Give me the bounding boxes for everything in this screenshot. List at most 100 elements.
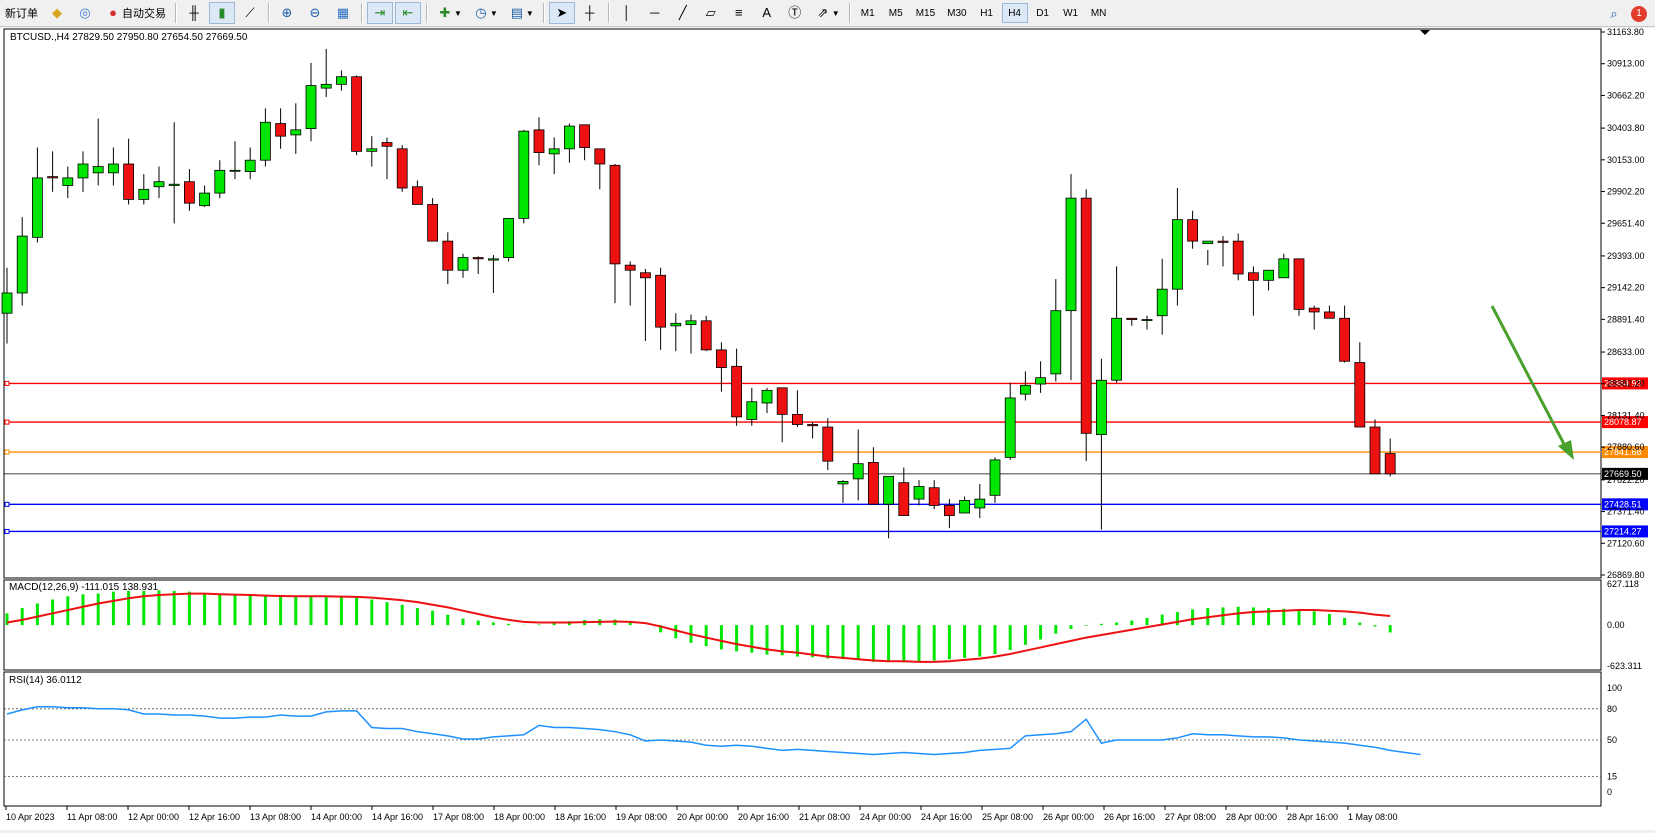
candle-bear	[594, 148, 606, 165]
chart-header: BTCUSD.,H4 27829.50 27950.80 27654.50 27…	[10, 32, 248, 43]
candle-bull	[16, 235, 28, 294]
macd-axis-label: 627.118	[1607, 579, 1639, 589]
price-axis-label: 27880.60	[1607, 442, 1645, 452]
candle-bear	[579, 124, 590, 148]
rsi-axis-label: 80	[1607, 704, 1617, 714]
timeframe-mn-button[interactable]: MN	[1086, 3, 1112, 23]
notifications-badge[interactable]: 1	[1631, 5, 1647, 22]
zoom-in-button[interactable]: ⊕	[274, 2, 300, 24]
candle-bull	[548, 148, 560, 155]
macd-axis-label: -623.311	[1607, 661, 1642, 671]
timeframe-group: M1 M5 M15 M30 H1 H4 D1 W1 MN	[854, 3, 1113, 23]
horizontal-line-button[interactable]: ─	[642, 2, 668, 24]
tile-windows-icon: ▦	[336, 5, 350, 20]
price-axis-label: 28633.00	[1607, 347, 1645, 357]
timeframe-m15-button[interactable]: M15	[911, 3, 940, 23]
trendline-button[interactable]: ╱	[670, 2, 696, 24]
candle-bear	[1324, 311, 1335, 319]
signals-button[interactable]: ◎	[72, 2, 98, 24]
expert-advisor-button[interactable]: ◆	[44, 2, 70, 24]
line-chart-button[interactable]: ⟋	[237, 2, 263, 24]
timeframe-h4-button[interactable]: H4	[1001, 3, 1028, 23]
candle-bull	[761, 389, 773, 404]
candle-bear	[1293, 258, 1305, 310]
candle-bear	[700, 320, 712, 351]
signal-icon: ◎	[79, 5, 91, 20]
price-line-label: 27214.27	[1604, 526, 1642, 536]
time-axis-label: 28 Apr 00:00	[1226, 812, 1277, 822]
toolbar-separator	[361, 3, 362, 23]
time-axis-label: 12 Apr 00:00	[128, 812, 179, 822]
candle-bear	[533, 129, 545, 154]
candle-bear	[624, 264, 636, 271]
timeframe-m30-button[interactable]: M30	[942, 3, 971, 23]
candle-bear	[868, 462, 879, 505]
price-axis-label: 27622.20	[1607, 475, 1645, 485]
candlestick-button[interactable]: ▮	[209, 2, 235, 24]
toolbar-separator	[607, 3, 609, 23]
auto-trading-button[interactable]: ● 自动交易	[100, 2, 170, 24]
time-axis-label: 10 Apr 2023	[6, 812, 55, 822]
arrows-button[interactable]: ⇗ ▼	[810, 2, 844, 24]
time-axis: 10 Apr 2023 11 Apr 08:00 12 Apr 00:00 12 Ap…	[5, 806, 1398, 822]
price-axis-label: 31163.80	[1607, 28, 1644, 37]
timeframe-h1-button[interactable]: H1	[974, 3, 1000, 23]
candle-bull	[259, 121, 271, 161]
new-order-button[interactable]: 新订单	[1, 2, 42, 24]
new-order-label: 新订单	[5, 8, 38, 20]
candle-bull	[214, 169, 226, 194]
candle-bull	[108, 163, 119, 174]
text-label-button[interactable]: Ⓣ	[782, 2, 808, 24]
templates-button[interactable]: ▤ ▼	[504, 2, 538, 24]
toolbar-separator	[268, 3, 269, 23]
candle-bull	[305, 85, 317, 129]
candle-bull	[1, 292, 13, 314]
time-axis-label: 20 Apr 00:00	[677, 812, 728, 822]
price-axis-label: 28382.20	[1607, 379, 1645, 389]
fibonacci-icon: ≡	[734, 5, 743, 20]
periods-button[interactable]: ◷ ▼	[468, 2, 502, 24]
timeframe-w1-button[interactable]: W1	[1058, 3, 1084, 23]
chart-shift-icon: ⇤	[402, 5, 414, 20]
indicators-button[interactable]: ✚ ▼	[432, 2, 466, 24]
candle-bear	[655, 274, 666, 328]
macd-axis-label: 0.00	[1607, 620, 1625, 630]
candle-bull	[320, 83, 332, 89]
horizontal-line-icon: ─	[650, 5, 660, 20]
price-axis-label: 27371.40	[1607, 507, 1645, 517]
cursor-button[interactable]: ➤	[548, 2, 575, 24]
crosshair-icon: ┼	[585, 5, 595, 20]
candle-bear	[1217, 240, 1229, 243]
crosshair-button[interactable]: ┼	[577, 2, 603, 24]
time-axis-label: 26 Apr 00:00	[1043, 812, 1094, 822]
auto-trading-label: 自动交易	[122, 8, 166, 20]
fibonacci-button[interactable]: ≡	[726, 2, 752, 24]
cursor-icon: ➤	[556, 5, 568, 20]
timeframe-m5-button[interactable]: M5	[883, 3, 909, 23]
candle-bull	[92, 166, 104, 174]
equidistant-channel-button[interactable]: ▱	[698, 2, 724, 24]
tile-windows-button[interactable]: ▦	[330, 2, 356, 24]
periods-icon: ◷	[475, 5, 487, 20]
timeframe-m1-button[interactable]: M1	[855, 3, 881, 23]
vertical-line-button[interactable]: │	[614, 2, 640, 24]
candle-bull	[974, 498, 986, 509]
candle-bull	[153, 181, 165, 188]
autoscroll-button[interactable]: ⇥	[367, 2, 393, 24]
bar-chart-button[interactable]: ╫	[181, 2, 207, 24]
search-icon[interactable]: ⌕	[1605, 5, 1623, 23]
candle-bear	[944, 505, 955, 516]
chart-svg[interactable]: 28384.9328078.8727841.6827428.5127214.27…	[0, 27, 1655, 830]
candle-bear	[427, 204, 439, 242]
time-axis-label: 24 Apr 00:00	[860, 812, 911, 822]
candle-bull	[1156, 288, 1168, 317]
text-button[interactable]: A	[754, 2, 780, 24]
rsi-axis-label: 15	[1607, 771, 1617, 781]
chart-shift-button[interactable]: ⇤	[395, 2, 421, 24]
chart-window[interactable]: 28384.93 28078.87 27841.68 27428.51 27214.27…	[0, 27, 1655, 830]
timeframe-d1-button[interactable]: D1	[1030, 3, 1056, 23]
price-axis-label: 30913.00	[1607, 59, 1645, 69]
candle-bull	[1111, 317, 1122, 381]
zoom-out-button[interactable]: ⊖	[302, 2, 328, 24]
line-chart-icon: ⟋	[245, 5, 255, 20]
